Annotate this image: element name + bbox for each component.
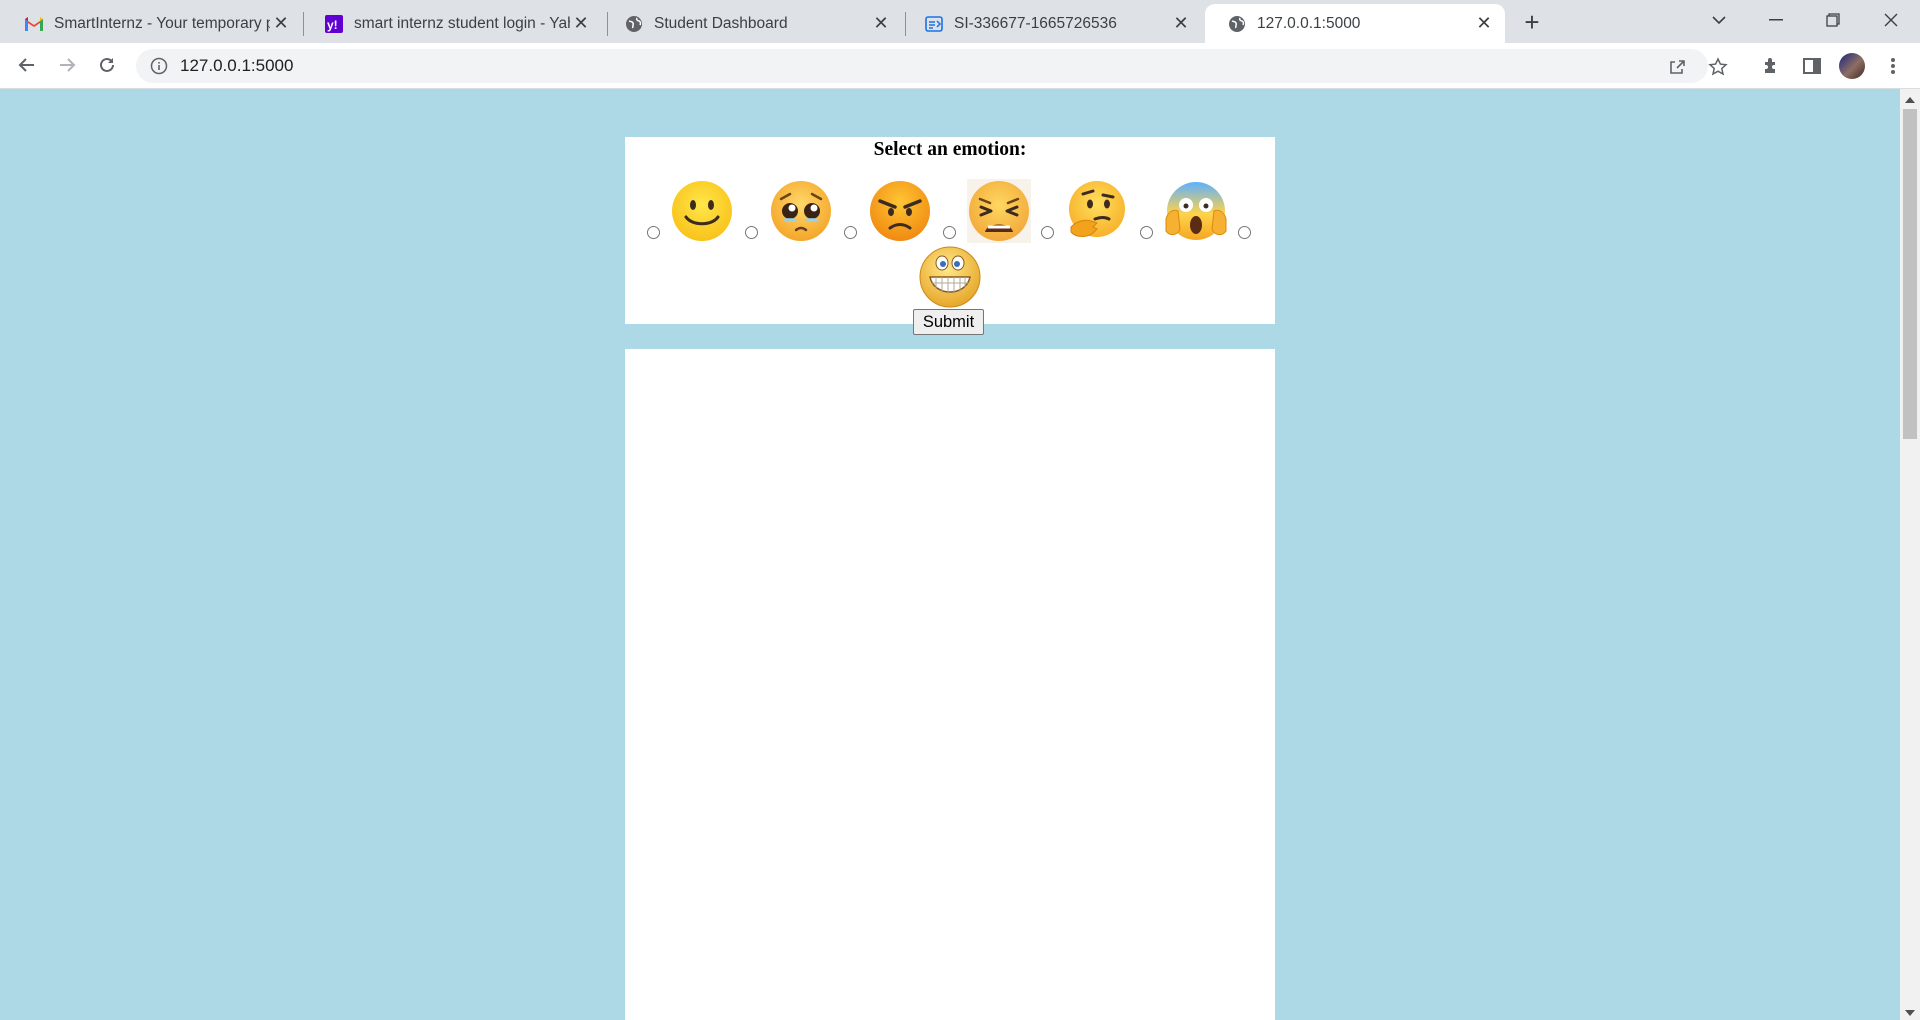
tab-title: SmartInternz - Your temporary p: [54, 14, 270, 32]
site-info-icon[interactable]: [150, 57, 168, 75]
scroll-down-arrow-icon[interactable]: [1905, 1010, 1915, 1016]
share-icon[interactable]: [1666, 56, 1688, 78]
submit-button[interactable]: Submit: [913, 309, 984, 335]
grinning-face-icon: [919, 246, 981, 308]
tab-localhost[interactable]: 127.0.0.1:5000 ✕: [1205, 4, 1505, 43]
more-menu-icon[interactable]: [1880, 53, 1906, 79]
browser-toolbar: 127.0.0.1:5000: [0, 43, 1920, 89]
bookmark-star-icon[interactable]: [1707, 56, 1729, 78]
slightly-smiling-face-icon: [672, 181, 732, 241]
close-tab-icon[interactable]: ✕: [870, 13, 892, 35]
close-tab-icon[interactable]: ✕: [570, 13, 592, 35]
address-bar[interactable]: 127.0.0.1:5000: [136, 49, 1728, 83]
yahoo-icon: y!: [324, 14, 344, 34]
tired-face-icon: [967, 179, 1031, 243]
close-tab-icon[interactable]: ✕: [1473, 13, 1495, 35]
pleading-face-icon: [771, 181, 831, 241]
minimize-icon[interactable]: [1749, 0, 1803, 40]
tab-title: smart internz student login - Yah: [354, 14, 570, 32]
tab-title: Student Dashboard: [654, 14, 788, 32]
emotion-radio-slightly-smiling[interactable]: [647, 226, 660, 239]
forward-icon[interactable]: [51, 49, 83, 81]
side-panel-icon[interactable]: [1799, 53, 1825, 79]
angry-face-icon: [870, 181, 930, 241]
emotion-radio-tired[interactable]: [943, 226, 956, 239]
emotion-radio-screaming-in-fear[interactable]: [1140, 226, 1153, 239]
emotion-radio-grinning[interactable]: [1238, 226, 1251, 239]
back-icon[interactable]: [11, 49, 43, 81]
emotion-radio-pleading[interactable]: [745, 226, 758, 239]
tab-title: SI-336677-1665726536: [954, 14, 1117, 32]
emotion-form: Select an emotion: Submit: [625, 137, 1275, 335]
tab-strip: SmartInternz - Your temporary p ✕ y! sma…: [0, 0, 1920, 43]
tab-search-icon[interactable]: [1692, 0, 1746, 40]
gmail-icon: [24, 14, 44, 34]
svg-text:y!: y!: [327, 18, 338, 32]
face-screaming-in-fear-icon: [1165, 182, 1227, 240]
close-window-icon[interactable]: [1864, 0, 1918, 40]
scrollbar-thumb[interactable]: [1903, 109, 1917, 439]
close-tab-icon[interactable]: ✕: [270, 13, 292, 35]
emotion-radio-thinking[interactable]: [1041, 226, 1054, 239]
emotion-radio-angry[interactable]: [844, 226, 857, 239]
page-title: Select an emotion:: [873, 139, 1027, 160]
url-text: 127.0.0.1:5000: [180, 56, 294, 75]
close-tab-icon[interactable]: ✕: [1170, 13, 1192, 35]
globe-icon: [624, 14, 644, 34]
tab-yahoo[interactable]: y! smart internz student login - Yah ✕: [302, 4, 602, 43]
reload-icon[interactable]: [91, 49, 123, 81]
page-scrollbar[interactable]: [1900, 89, 1920, 1020]
form-icon: [924, 14, 944, 34]
extensions-icon[interactable]: [1758, 53, 1784, 79]
tab-title: 127.0.0.1:5000: [1257, 14, 1361, 32]
thinking-face-icon: [1069, 181, 1125, 237]
globe-icon: [1227, 14, 1247, 34]
scroll-up-arrow-icon[interactable]: [1905, 97, 1915, 103]
restore-icon[interactable]: [1806, 0, 1860, 40]
result-panel: [625, 349, 1275, 1020]
tab-gmail[interactable]: SmartInternz - Your temporary p ✕: [2, 4, 302, 43]
profile-avatar[interactable]: [1839, 53, 1865, 79]
new-tab-icon[interactable]: +: [1518, 7, 1546, 37]
tab-student-dashboard[interactable]: Student Dashboard ✕: [602, 4, 902, 43]
tab-si-form[interactable]: SI-336677-1665726536 ✕: [902, 4, 1202, 43]
